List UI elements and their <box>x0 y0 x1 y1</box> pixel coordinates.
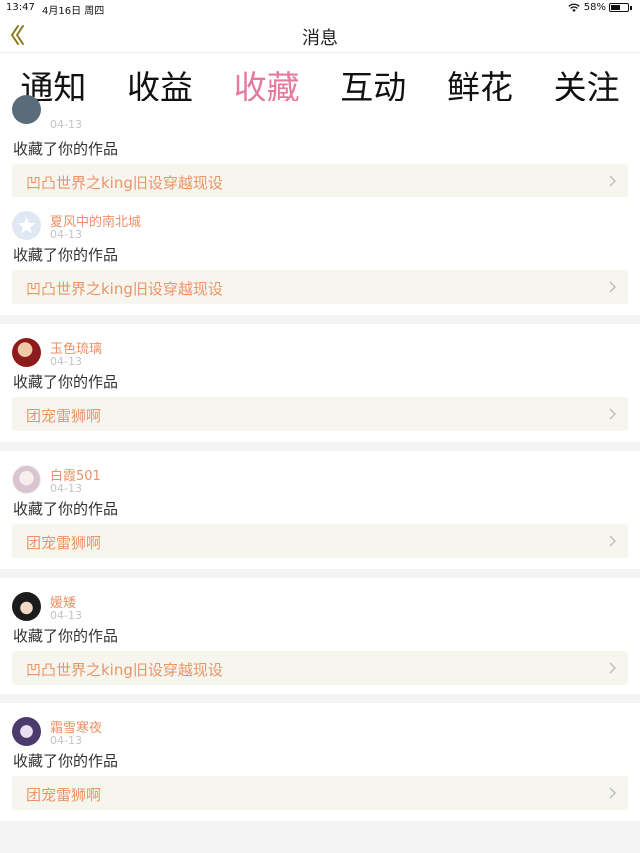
message-date: 04-13 <box>50 609 82 622</box>
work-title: 凹凸世界之king旧设穿越现设 <box>26 174 223 192</box>
battery-icon <box>609 3 629 12</box>
message-action: 收藏了你的作品 <box>13 752 119 770</box>
work-title: 凹凸世界之king旧设穿越现设 <box>26 280 223 298</box>
message-card: 夏风中的南北城 04-13 收藏了你的作品 凹凸世界之king旧设穿越现设 <box>0 197 640 324</box>
pale-avatar[interactable] <box>12 465 41 494</box>
status-bar: 13:47 4月16日 周四 58% <box>0 0 640 17</box>
nav-bar: 消息 <box>0 17 640 53</box>
battery-fill <box>611 5 620 10</box>
message-action: 收藏了你的作品 <box>13 500 119 518</box>
message-date: 04-13 <box>50 734 82 747</box>
message-date: 04-13 <box>50 118 82 131</box>
work-link[interactable]: 团宠雷狮啊 <box>12 524 628 558</box>
battery-percent: 58% <box>583 2 606 13</box>
chevron-right-icon <box>609 787 616 799</box>
work-link[interactable]: 团宠雷狮啊 <box>12 776 628 810</box>
message-card: 白霞501 04-13 收藏了你的作品 团宠雷狮啊 <box>0 451 640 578</box>
red-avatar[interactable] <box>12 338 41 367</box>
chevron-right-icon <box>609 175 616 187</box>
chevron-right-icon <box>609 535 616 547</box>
work-link[interactable]: 凹凸世界之king旧设穿越现设 <box>12 164 628 198</box>
message-card: 玉色琉璃 04-13 收藏了你的作品 团宠雷狮啊 <box>0 324 640 451</box>
work-link[interactable]: 凹凸世界之king旧设穿越现设 <box>12 270 628 304</box>
dark-avatar[interactable] <box>12 592 41 621</box>
message-list: 04-13 收藏了你的作品 凹凸世界之king旧设穿越现设 夏风中的南北城 04… <box>0 95 640 830</box>
message-action: 收藏了你的作品 <box>13 627 119 645</box>
purple-avatar[interactable] <box>12 717 41 746</box>
status-right: 58% <box>568 2 632 13</box>
message-card: 媛矮 04-13 收藏了你的作品 凹凸世界之king旧设穿越现设 <box>0 578 640 703</box>
screen: 13:47 4月16日 周四 58% 消息 通知 收益 收藏 互动 鲜花 关注 … <box>0 0 640 853</box>
work-title: 团宠雷狮啊 <box>26 407 102 425</box>
star-icon <box>18 217 35 234</box>
message-action: 收藏了你的作品 <box>13 246 119 264</box>
work-title: 凹凸世界之king旧设穿越现设 <box>26 661 223 679</box>
message-card: 霜雪寒夜 04-13 收藏了你的作品 团宠雷狮啊 <box>0 703 640 830</box>
chevron-right-icon <box>609 281 616 293</box>
work-title: 团宠雷狮啊 <box>26 786 102 804</box>
wifi-icon <box>568 3 580 12</box>
message-date: 04-13 <box>50 228 82 241</box>
battery-tip <box>630 5 632 10</box>
page-title: 消息 <box>302 28 338 49</box>
default-star-avatar[interactable] <box>12 211 41 240</box>
work-link[interactable]: 团宠雷狮啊 <box>12 397 628 431</box>
status-date: 4月16日 周四 <box>42 6 105 17</box>
message-action: 收藏了你的作品 <box>13 140 119 158</box>
work-title: 团宠雷狮啊 <box>26 534 102 552</box>
message-date: 04-13 <box>50 355 82 368</box>
message-action: 收藏了你的作品 <box>13 373 119 391</box>
status-time: 13:47 <box>6 2 35 13</box>
work-link[interactable]: 凹凸世界之king旧设穿越现设 <box>12 651 628 685</box>
chevron-right-icon <box>609 408 616 420</box>
message-date: 04-13 <box>50 482 82 495</box>
avatar-partial[interactable] <box>12 95 41 124</box>
chevron-right-icon <box>609 662 616 674</box>
